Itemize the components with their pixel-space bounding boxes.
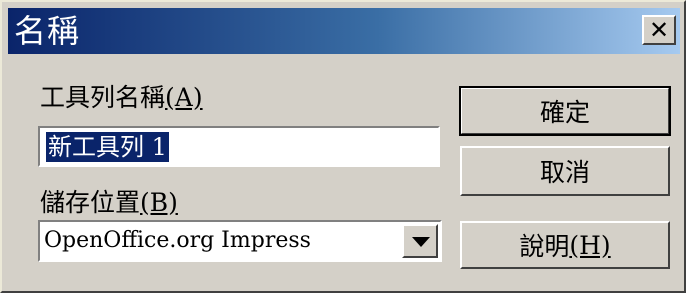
cancel-button[interactable]: 取消 [460, 146, 670, 196]
title-bar[interactable]: 名稱 ✕ [8, 8, 680, 54]
dialog: 名稱 ✕ 工具列名稱(A) 新工具列 1 儲存位置(B) OpenOffice.… [0, 0, 686, 293]
cancel-button-label: 取消 [539, 158, 590, 187]
save-location-value: OpenOffice.org Impress [44, 228, 311, 253]
help-accelerator: (H) [569, 230, 611, 260]
help-button-label: 說明 [519, 232, 570, 261]
save-location-accelerator: (B) [140, 188, 178, 217]
ok-button[interactable]: 確定 [459, 86, 671, 136]
toolbar-name-input[interactable]: 新工具列 1 [38, 126, 440, 167]
save-location-select[interactable]: OpenOffice.org Impress [38, 220, 442, 262]
save-location-label-text: 儲存位置 [40, 188, 141, 217]
toolbar-name-label-text: 工具列名稱 [40, 83, 166, 112]
chevron-down-icon [412, 237, 430, 247]
toolbar-name-value: 新工具列 1 [46, 132, 169, 162]
dialog-title: 名稱 [14, 12, 81, 50]
help-button[interactable]: 說明 (H) [460, 221, 670, 269]
save-location-label: 儲存位置(B) [40, 188, 178, 218]
dropdown-button[interactable] [402, 224, 438, 258]
close-icon: ✕ [648, 16, 670, 44]
close-button[interactable]: ✕ [642, 15, 676, 45]
ok-button-label: 確定 [539, 98, 590, 127]
toolbar-name-label: 工具列名稱(A) [40, 83, 203, 113]
toolbar-name-accelerator: (A) [165, 83, 203, 112]
